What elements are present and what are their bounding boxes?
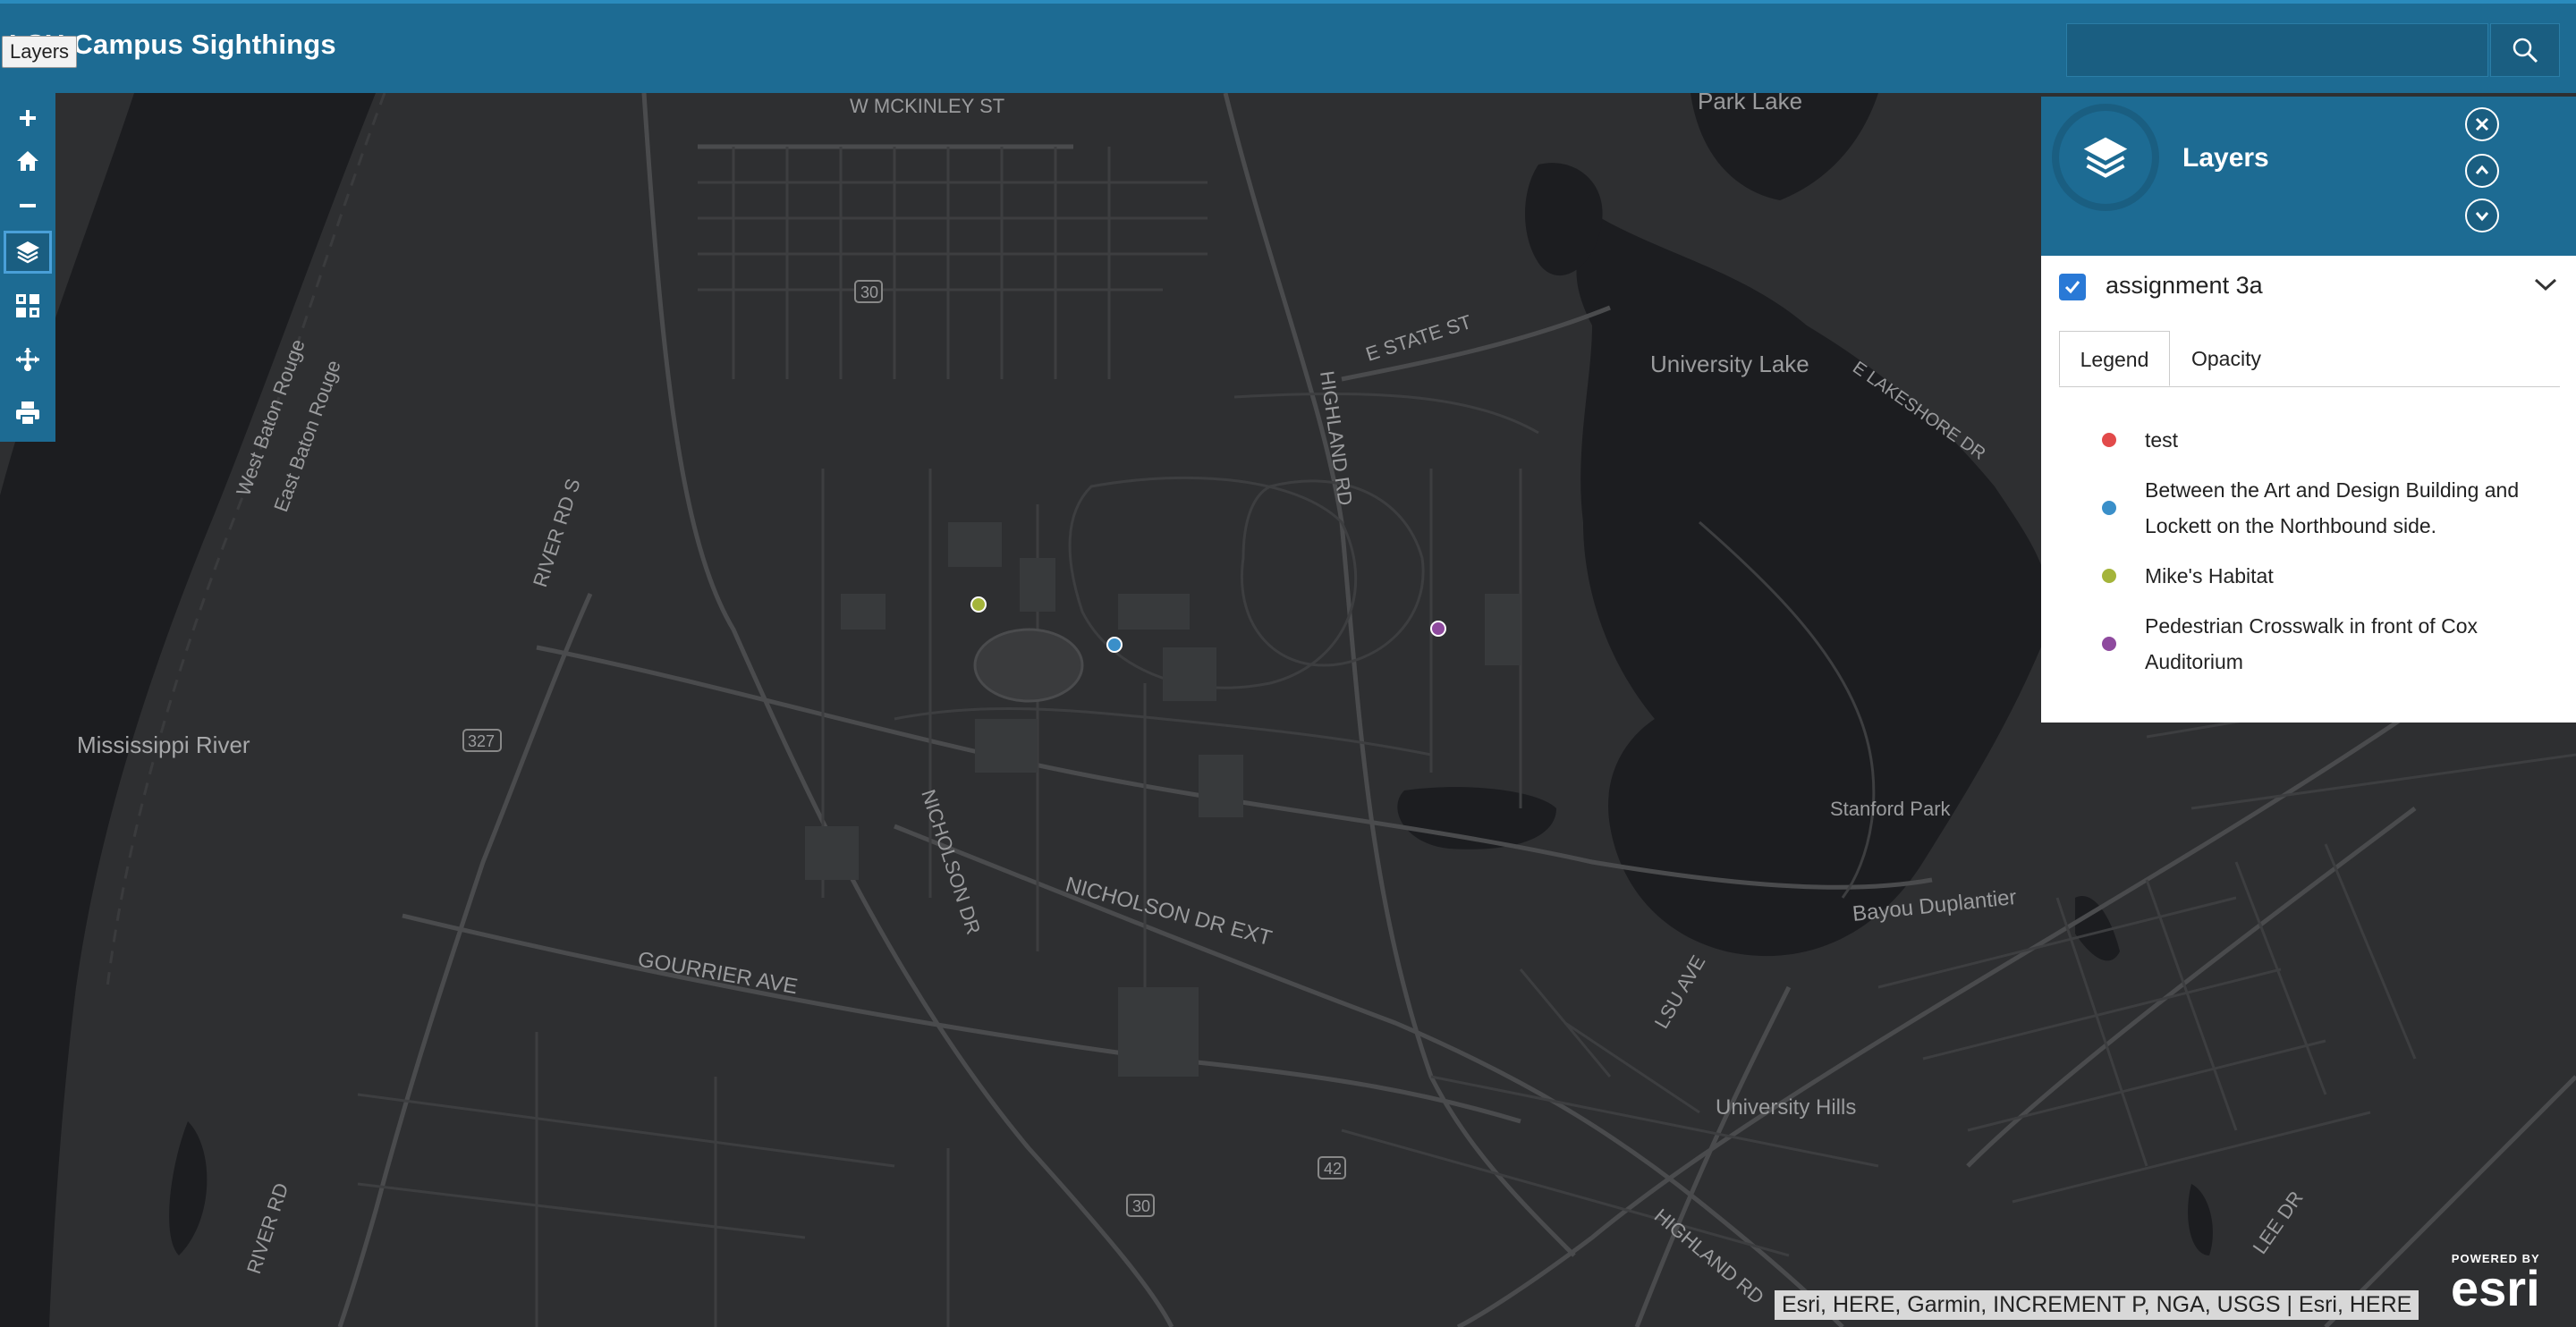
legend-label: Between the Art and Design Building and …	[2145, 478, 2520, 537]
legend-symbol	[2102, 637, 2116, 651]
measure-icon	[16, 348, 39, 371]
layers-panel-title: Layers	[2182, 143, 2269, 173]
panel-next-button[interactable]	[2465, 199, 2499, 232]
zoom-in-button[interactable]	[4, 97, 52, 139]
basemap-gallery-button[interactable]	[4, 284, 52, 327]
shield-30-north: 30	[860, 283, 878, 301]
layer-visibility-checkbox[interactable]	[2059, 274, 2086, 300]
sighting-point-crosswalk[interactable]	[1430, 621, 1446, 637]
minus-icon	[20, 204, 36, 207]
legend-symbol	[2102, 569, 2116, 583]
label-university-lake: University Lake	[1650, 351, 1809, 377]
esri-wordmark: esri	[2451, 1260, 2540, 1316]
layer-tabs: Legend Opacity	[2059, 331, 2560, 387]
search-button[interactable]	[2490, 23, 2560, 77]
legend-symbol	[2102, 501, 2116, 515]
label-park-lake: Park Lake	[1698, 93, 1802, 114]
label-mississippi-river: Mississippi River	[77, 731, 250, 758]
layers-panel: Layers assignment 3a Legend Opacity test…	[2041, 97, 2576, 723]
label-university-hills: University Hills	[1716, 1095, 1856, 1120]
print-button[interactable]	[4, 392, 52, 435]
map-toolbar	[0, 93, 55, 442]
layer-name: assignment 3a	[2106, 272, 2263, 299]
tab-opacity[interactable]: Opacity	[2170, 331, 2283, 386]
legend-symbol	[2102, 433, 2116, 447]
layers-icon	[16, 241, 39, 264]
sighting-point-mikes-habitat[interactable]	[970, 596, 987, 613]
label-stanford-park: Stanford Park	[1830, 798, 1952, 820]
shield-327: 327	[468, 732, 495, 750]
home-button[interactable]	[4, 139, 52, 182]
search-icon	[2512, 38, 2538, 63]
panel-previous-button[interactable]	[2465, 154, 2499, 188]
esri-logo: POWERED BY esri	[2451, 1252, 2540, 1316]
layer-expand-button[interactable]	[2533, 275, 2558, 298]
chevron-up-icon	[2475, 165, 2489, 174]
home-icon	[17, 151, 38, 171]
shield-30-south: 30	[1132, 1197, 1150, 1215]
print-icon	[16, 401, 39, 426]
layers-tooltip: Layers	[2, 36, 78, 68]
plus-icon	[20, 110, 36, 126]
layers-icon	[2083, 137, 2128, 178]
tab-legend[interactable]: Legend	[2059, 331, 2170, 386]
close-icon	[2475, 117, 2489, 131]
legend-label: test	[2145, 428, 2179, 452]
chevron-down-icon	[2475, 212, 2489, 222]
legend-label: Pedestrian Crosswalk in front of Cox Aud…	[2145, 614, 2478, 673]
label-w-mckinley: W MCKINLEY ST	[850, 95, 1004, 117]
layer-item-assignment-3a[interactable]: assignment 3a	[2041, 256, 2576, 318]
zoom-out-button[interactable]	[4, 184, 52, 227]
shield-42: 42	[1324, 1160, 1342, 1178]
layers-button[interactable]	[4, 231, 52, 274]
legend-label: Mike's Habitat	[2145, 564, 2274, 587]
map-attribution: Esri, HERE, Garmin, INCREMENT P, NGA, US…	[1775, 1290, 2419, 1320]
panel-close-button[interactable]	[2465, 107, 2499, 141]
panel-layers-icon-badge	[2052, 104, 2159, 211]
measurement-button[interactable]	[4, 338, 52, 381]
app-header: LSU Campus Sighthings	[0, 0, 2576, 93]
check-icon	[2064, 281, 2080, 294]
search-input[interactable]	[2066, 23, 2488, 77]
sighting-point-art-design[interactable]	[1106, 637, 1123, 653]
basemap-gallery-icon	[16, 294, 39, 317]
chevron-down-icon	[2534, 278, 2557, 292]
